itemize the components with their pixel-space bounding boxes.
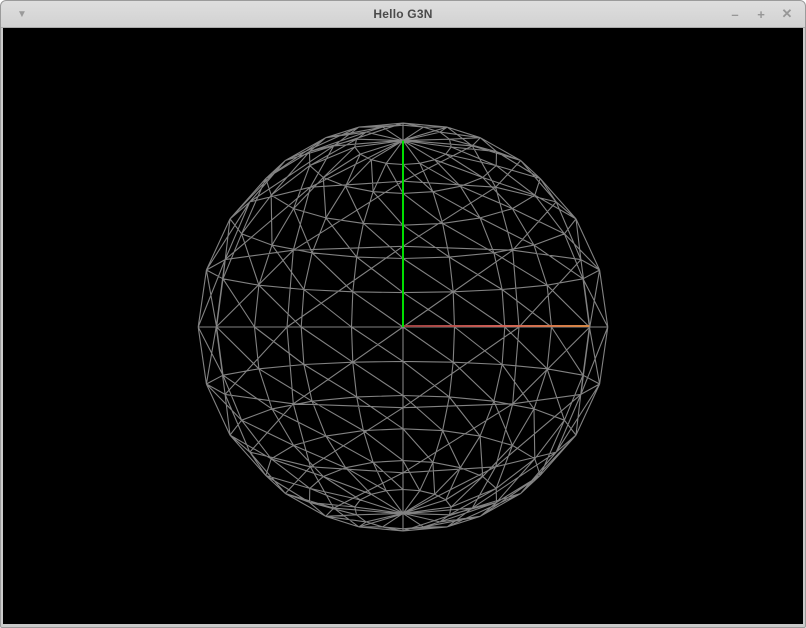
viewport-3d[interactable] bbox=[3, 28, 803, 624]
close-button[interactable]: ✕ bbox=[777, 1, 797, 27]
window-title: Hello G3N bbox=[1, 7, 805, 21]
minimize-button[interactable]: – bbox=[725, 1, 745, 27]
title-bar[interactable]: ▼ Hello G3N – + ✕ bbox=[1, 1, 805, 28]
scene-canvas[interactable] bbox=[3, 28, 803, 624]
app-window: ▼ Hello G3N – + ✕ bbox=[0, 0, 806, 628]
maximize-button[interactable]: + bbox=[751, 1, 771, 27]
window-controls: – + ✕ bbox=[725, 1, 797, 27]
